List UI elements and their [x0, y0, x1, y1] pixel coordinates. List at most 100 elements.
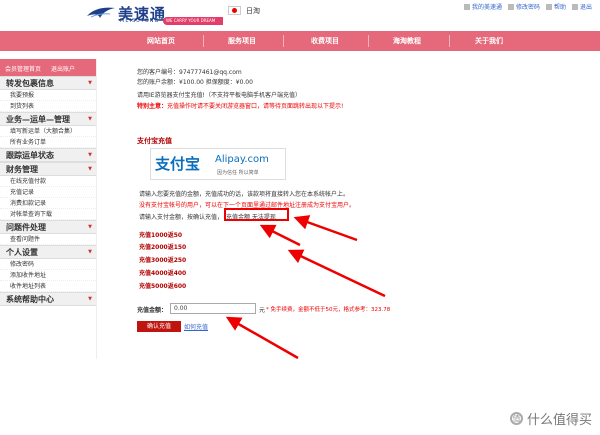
amount-label: 充值金额：	[137, 307, 168, 314]
sidebar-item-add-address[interactable]: 添加收件地址	[0, 270, 96, 281]
sidebar-item-all-orders[interactable]: 所有业务订单	[0, 137, 96, 148]
nav-divider	[449, 35, 450, 47]
watermark-logo-icon: 值	[509, 412, 523, 425]
sidebar-section-finance[interactable]: 财务管理 ▼	[0, 162, 96, 176]
sidebar-top-bar: 会员管理首页 退出账户	[0, 59, 96, 76]
special-notice-text: 充值操作时请不要关闭游览器窗口，请等待页面跳转出现以下提示!	[167, 103, 344, 110]
nav-tutorial[interactable]: 海淘教程	[393, 36, 421, 46]
alipay-logo-domain: Alipay.com	[215, 154, 269, 165]
bonus-tier: 充值2000返150	[139, 244, 187, 251]
sidebar-section-title: 个人设置	[6, 247, 38, 257]
expand-arrow-icon: ▼	[88, 295, 92, 302]
sidebar-section-title: 转发包裹信息	[6, 78, 54, 88]
nav-about[interactable]: 关于我们	[475, 36, 503, 46]
special-notice-label: 特别主意：	[137, 103, 168, 110]
main-nav: 网站首页 服务项目 收费项目 海淘教程 关于我们	[0, 31, 600, 51]
expand-arrow-icon: ▼	[88, 79, 92, 86]
top-link-label: 我的美速通	[471, 4, 502, 11]
top-links: 我的美速通 修改密码 帮助 退出	[463, 2, 592, 11]
sidebar-section-title: 问题件处理	[6, 222, 46, 232]
sidebar-section-waybill[interactable]: 业务—运单—管理 ▼	[0, 112, 96, 126]
help-icon	[545, 4, 552, 10]
key-icon	[507, 4, 514, 10]
top-link-my-account[interactable]: 我的美速通	[463, 2, 502, 11]
sidebar-item-address-list[interactable]: 收件地址列表	[0, 281, 96, 292]
amount-unit: 元	[259, 307, 266, 314]
logout-icon	[571, 4, 578, 10]
recharge-button[interactable]: 确认充值	[137, 321, 181, 332]
customer-number-label: 您的客户编号：	[137, 69, 180, 76]
brand-slogan: WE CARRY YOUR DREAM	[163, 17, 223, 25]
region-label: 日淘	[246, 7, 260, 15]
account-balance: 您的账户余额：¥100.00 担保额度：¥0.00	[137, 77, 253, 86]
sidebar-logout[interactable]: 退出账户	[51, 64, 75, 73]
top-link-change-password[interactable]: 修改密码	[507, 2, 540, 11]
sidebar-section-title: 财务管理	[6, 164, 38, 174]
sidebar: 会员管理首页 退出账户 转发包裹信息 ▼ 我要预报 到货列表 业务—运单—管理 ▼ …	[0, 59, 97, 359]
browser-notice: 请用IE游览器支付宝充值!（不支持平板电脑手机客户端充值）	[137, 92, 301, 99]
header: 美速通 MEISUTONG WE CARRY YOUR DREAM 日淘 我的美…	[0, 0, 600, 31]
sidebar-item-deduction-records[interactable]: 消费扣款记录	[0, 198, 96, 209]
customer-number: 您的客户编号：974777461@qq.com	[137, 67, 242, 76]
nav-divider	[368, 35, 369, 47]
sidebar-item-new-waybill[interactable]: 填写新运单（大额合集）	[0, 126, 96, 137]
sidebar-item-change-password[interactable]: 修改密码	[0, 259, 96, 270]
nav-pricing[interactable]: 收费项目	[311, 36, 339, 46]
expand-arrow-icon: ▼	[88, 248, 92, 255]
credit-label: 担保额度：	[205, 79, 236, 86]
sidebar-section-title: 业务—运单—管理	[6, 114, 70, 124]
alipay-section-title: 支付宝充值	[137, 137, 172, 145]
enter-amount-prefix: 请输入支付金额，按确认充值，	[139, 214, 224, 221]
watermark-text: 什么值得买	[526, 413, 592, 428]
home-icon	[463, 4, 470, 10]
arrow-annotation	[293, 215, 358, 242]
alipay-logo-cn: 支付宝	[155, 155, 201, 173]
sidebar-section-help[interactable]: 系统帮助中心 ▼	[0, 292, 96, 306]
sidebar-member-home[interactable]: 会员管理首页	[5, 64, 41, 73]
customer-number-value: 974777461@qq.com	[179, 69, 242, 76]
how-to-recharge-link[interactable]: 如何充值	[184, 322, 208, 331]
top-link-logout[interactable]: 退出	[571, 2, 592, 11]
alipay-logo: 支付宝 Alipay.com 因为信任 所以简单	[150, 148, 286, 180]
sidebar-item-recharge-records[interactable]: 充值记录	[0, 187, 96, 198]
bonus-tier: 充值4000返400	[139, 270, 187, 277]
highlight-box	[224, 208, 289, 221]
site-logo[interactable]: 美速通 MEISUTONG WE CARRY YOUR DREAM	[86, 3, 223, 29]
sidebar-item-online-recharge[interactable]: 在线充值付款	[0, 176, 96, 187]
nav-divider	[203, 35, 204, 47]
sidebar-section-title: 系统帮助中心	[6, 294, 54, 304]
bonus-tier: 充值5000返600	[139, 283, 187, 290]
sidebar-section-issues[interactable]: 问题件处理 ▼	[0, 220, 96, 234]
expand-arrow-icon: ▼	[88, 165, 92, 172]
sidebar-section-forward[interactable]: 转发包裹信息 ▼	[0, 76, 96, 90]
arrow-annotation	[259, 224, 301, 247]
expand-arrow-icon: ▼	[88, 115, 92, 122]
top-link-label: 帮助	[553, 4, 566, 11]
arrow-annotation	[225, 316, 299, 360]
amount-input[interactable]: 0.00	[170, 303, 256, 314]
sidebar-item-statement[interactable]: 对帐单查询下载	[0, 209, 96, 220]
top-link-label: 修改密码	[515, 4, 540, 11]
nav-home[interactable]: 网站首页	[147, 36, 175, 46]
watermark: 值 什么值得买	[509, 409, 592, 428]
arrow-annotation	[287, 249, 386, 298]
nav-services[interactable]: 服务项目	[228, 36, 256, 46]
nav-divider	[283, 35, 284, 47]
japan-flag-icon	[228, 6, 241, 15]
balance-value: ¥100.00	[179, 79, 204, 86]
top-link-label: 退出	[579, 4, 592, 11]
special-notice: 特别主意：充值操作时请不要关闭游览器窗口，请等待页面跳转出现以下提示!	[137, 101, 343, 110]
expand-arrow-icon: ▼	[88, 223, 92, 230]
top-link-help[interactable]: 帮助	[545, 2, 566, 11]
brand-name-en: MEISUTONG	[120, 18, 160, 24]
sidebar-section-title: 跟踪运单状态	[6, 150, 54, 160]
sidebar-item-view-issues[interactable]: 查看问题件	[0, 234, 96, 245]
alipay-trust-slogan: 因为信任 所以简单	[217, 170, 259, 176]
bonus-tier: 充值3000返250	[139, 257, 187, 264]
sidebar-section-settings[interactable]: 个人设置 ▼	[0, 245, 96, 259]
sidebar-section-tracking[interactable]: 跟踪运单状态 ▼	[0, 148, 96, 162]
balance-label: 您的账户余额：	[137, 79, 180, 86]
sidebar-item-arrivals[interactable]: 到货列表	[0, 101, 96, 112]
bonus-tier: 充值1000返50	[139, 232, 183, 239]
sidebar-item-forecast[interactable]: 我要预报	[0, 90, 96, 101]
